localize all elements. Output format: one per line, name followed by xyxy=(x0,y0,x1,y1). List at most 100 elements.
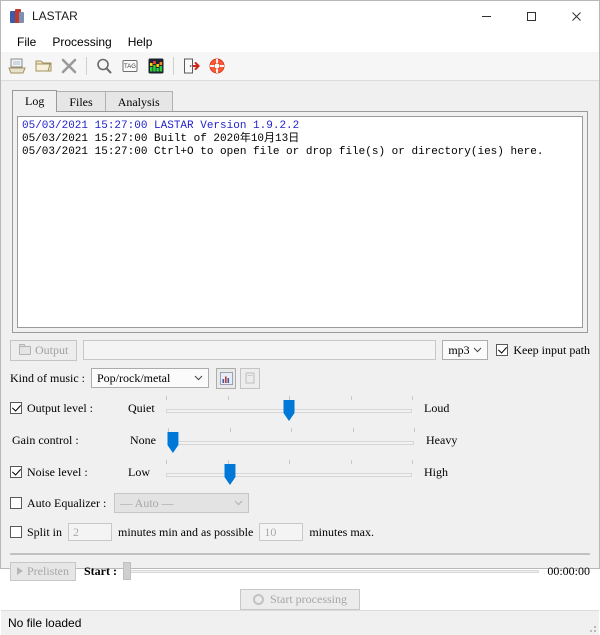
split-suffix-text: minutes max. xyxy=(309,525,374,540)
controls-area: Output mp3 Keep input path Kind of music… xyxy=(1,333,599,543)
noise-level-checkbox[interactable]: Noise level : xyxy=(10,465,128,480)
gain-control-label: Gain control : xyxy=(10,433,130,448)
tab-analysis[interactable]: Analysis xyxy=(105,91,173,112)
auto-equalizer-select[interactable]: — Auto — xyxy=(114,493,249,513)
open-folder-icon[interactable] xyxy=(31,54,55,78)
noise-level-row: Noise level : Low High xyxy=(10,459,590,485)
tab-strip: Log Files Analysis xyxy=(12,90,599,112)
output-level-slider[interactable] xyxy=(166,395,412,421)
slider-thumb[interactable] xyxy=(224,464,235,485)
split-min-input[interactable]: 2 xyxy=(68,523,112,541)
play-icon xyxy=(17,567,23,575)
tab-files[interactable]: Files xyxy=(56,91,105,112)
noise-level-slider[interactable] xyxy=(166,459,412,485)
reset-icon[interactable] xyxy=(240,368,260,389)
start-label: Start : xyxy=(84,564,117,579)
toolbar-separator xyxy=(86,57,87,75)
keep-input-path-checkbox[interactable]: Keep input path xyxy=(496,343,590,358)
svg-text:TAG: TAG xyxy=(124,64,136,70)
analyze-icon[interactable] xyxy=(216,368,236,389)
resize-grip-icon[interactable] xyxy=(586,622,596,632)
slider-track xyxy=(166,473,412,477)
maximize-button[interactable] xyxy=(509,1,554,31)
search-icon[interactable] xyxy=(92,54,116,78)
auto-equalizer-value: — Auto — xyxy=(120,496,230,511)
exit-icon[interactable] xyxy=(179,54,203,78)
output-level-max-label: Loud xyxy=(424,401,449,416)
chevron-down-icon xyxy=(469,347,485,353)
split-row: Split in 2 minutes min and as possible 1… xyxy=(10,521,590,543)
output-level-checkbox[interactable]: Output level : xyxy=(10,401,128,416)
title-bar-left: LASTAR xyxy=(1,9,464,24)
lastar-icon xyxy=(10,9,25,24)
gain-control-min-label: None xyxy=(130,433,168,448)
kind-of-music-row: Kind of music : Pop/rock/metal xyxy=(10,367,590,389)
slider-ticks xyxy=(168,428,414,433)
kind-of-music-value: Pop/rock/metal xyxy=(97,371,190,386)
menu-processing[interactable]: Processing xyxy=(44,33,119,51)
output-path-input[interactable] xyxy=(83,340,436,360)
checkbox-box xyxy=(10,497,22,509)
output-row: Output mp3 Keep input path xyxy=(10,339,590,361)
log-line: 05/03/2021 15:27:00 Built of 2020年10月13日 xyxy=(22,133,578,146)
prelisten-label: Prelisten xyxy=(27,564,69,579)
checkbox-box xyxy=(10,526,22,538)
auto-equalizer-label: Auto Equalizer : xyxy=(27,496,106,511)
checkbox-box xyxy=(496,344,508,356)
prelisten-button[interactable]: Prelisten xyxy=(10,562,76,581)
split-checkbox[interactable]: Split in xyxy=(10,525,62,540)
noise-level-max-label: High xyxy=(424,465,448,480)
waveform-panel[interactable] xyxy=(10,553,590,555)
window-controls xyxy=(464,1,599,31)
equalizer-icon[interactable] xyxy=(144,54,168,78)
title-bar: LASTAR xyxy=(1,1,599,32)
noise-level-label: Noise level : xyxy=(27,465,88,480)
minimize-button[interactable] xyxy=(464,1,509,31)
split-max-input[interactable]: 10 xyxy=(259,523,303,541)
checkbox-box xyxy=(10,402,22,414)
gain-control-row: Gain control : None Heavy xyxy=(10,427,590,453)
log-line: 05/03/2021 15:27:00 Ctrl+O to open file … xyxy=(22,146,578,159)
client-area: Log Files Analysis 05/03/2021 15:27:00 L… xyxy=(1,81,599,568)
output-format-select[interactable]: mp3 xyxy=(442,340,488,360)
kind-of-music-select[interactable]: Pop/rock/metal xyxy=(91,368,209,388)
seek-slider[interactable] xyxy=(123,561,539,581)
slider-track xyxy=(168,441,414,445)
menu-bar: File Processing Help xyxy=(1,32,599,52)
gear-icon xyxy=(253,594,264,605)
menu-help[interactable]: Help xyxy=(120,33,161,51)
seek-track xyxy=(123,570,539,573)
close-button[interactable] xyxy=(554,1,599,31)
auto-equalizer-row: Auto Equalizer : — Auto — xyxy=(10,492,590,514)
chevron-down-icon xyxy=(230,500,246,506)
split-label: Split in xyxy=(27,525,62,540)
split-middle-text: minutes min and as possible xyxy=(118,525,253,540)
output-level-row: Output level : Quiet Loud xyxy=(10,395,590,421)
lifebuoy-help-icon[interactable] xyxy=(205,54,229,78)
start-processing-label: Start processing xyxy=(270,592,347,607)
playback-row: Prelisten Start : 00:00:00 xyxy=(10,561,590,581)
open-file-icon[interactable] xyxy=(5,54,29,78)
chevron-down-icon xyxy=(190,375,206,381)
slider-thumb[interactable] xyxy=(284,400,295,421)
output-button[interactable]: Output xyxy=(10,340,77,361)
slider-thumb[interactable] xyxy=(167,432,178,453)
window-title: LASTAR xyxy=(32,9,78,23)
menu-file[interactable]: File xyxy=(9,33,44,51)
folder-icon xyxy=(19,345,31,355)
output-button-label: Output xyxy=(35,343,68,358)
checkbox-box xyxy=(10,466,22,478)
auto-equalizer-checkbox[interactable]: Auto Equalizer : xyxy=(10,496,106,511)
seek-thumb[interactable] xyxy=(123,562,131,580)
tab-log[interactable]: Log xyxy=(12,90,57,112)
log-output[interactable]: 05/03/2021 15:27:00 LASTAR Version 1.9.2… xyxy=(17,116,583,328)
close-file-icon[interactable] xyxy=(57,54,81,78)
noise-level-min-label: Low xyxy=(128,465,166,480)
start-processing-button[interactable]: Start processing xyxy=(240,589,360,610)
gain-control-max-label: Heavy xyxy=(426,433,457,448)
time-label: 00:00:00 xyxy=(547,564,590,579)
tag-editor-icon[interactable]: TAG xyxy=(118,54,142,78)
gain-control-slider[interactable] xyxy=(168,427,414,453)
output-format-value: mp3 xyxy=(448,343,469,358)
start-processing-row: Start processing xyxy=(1,589,599,610)
